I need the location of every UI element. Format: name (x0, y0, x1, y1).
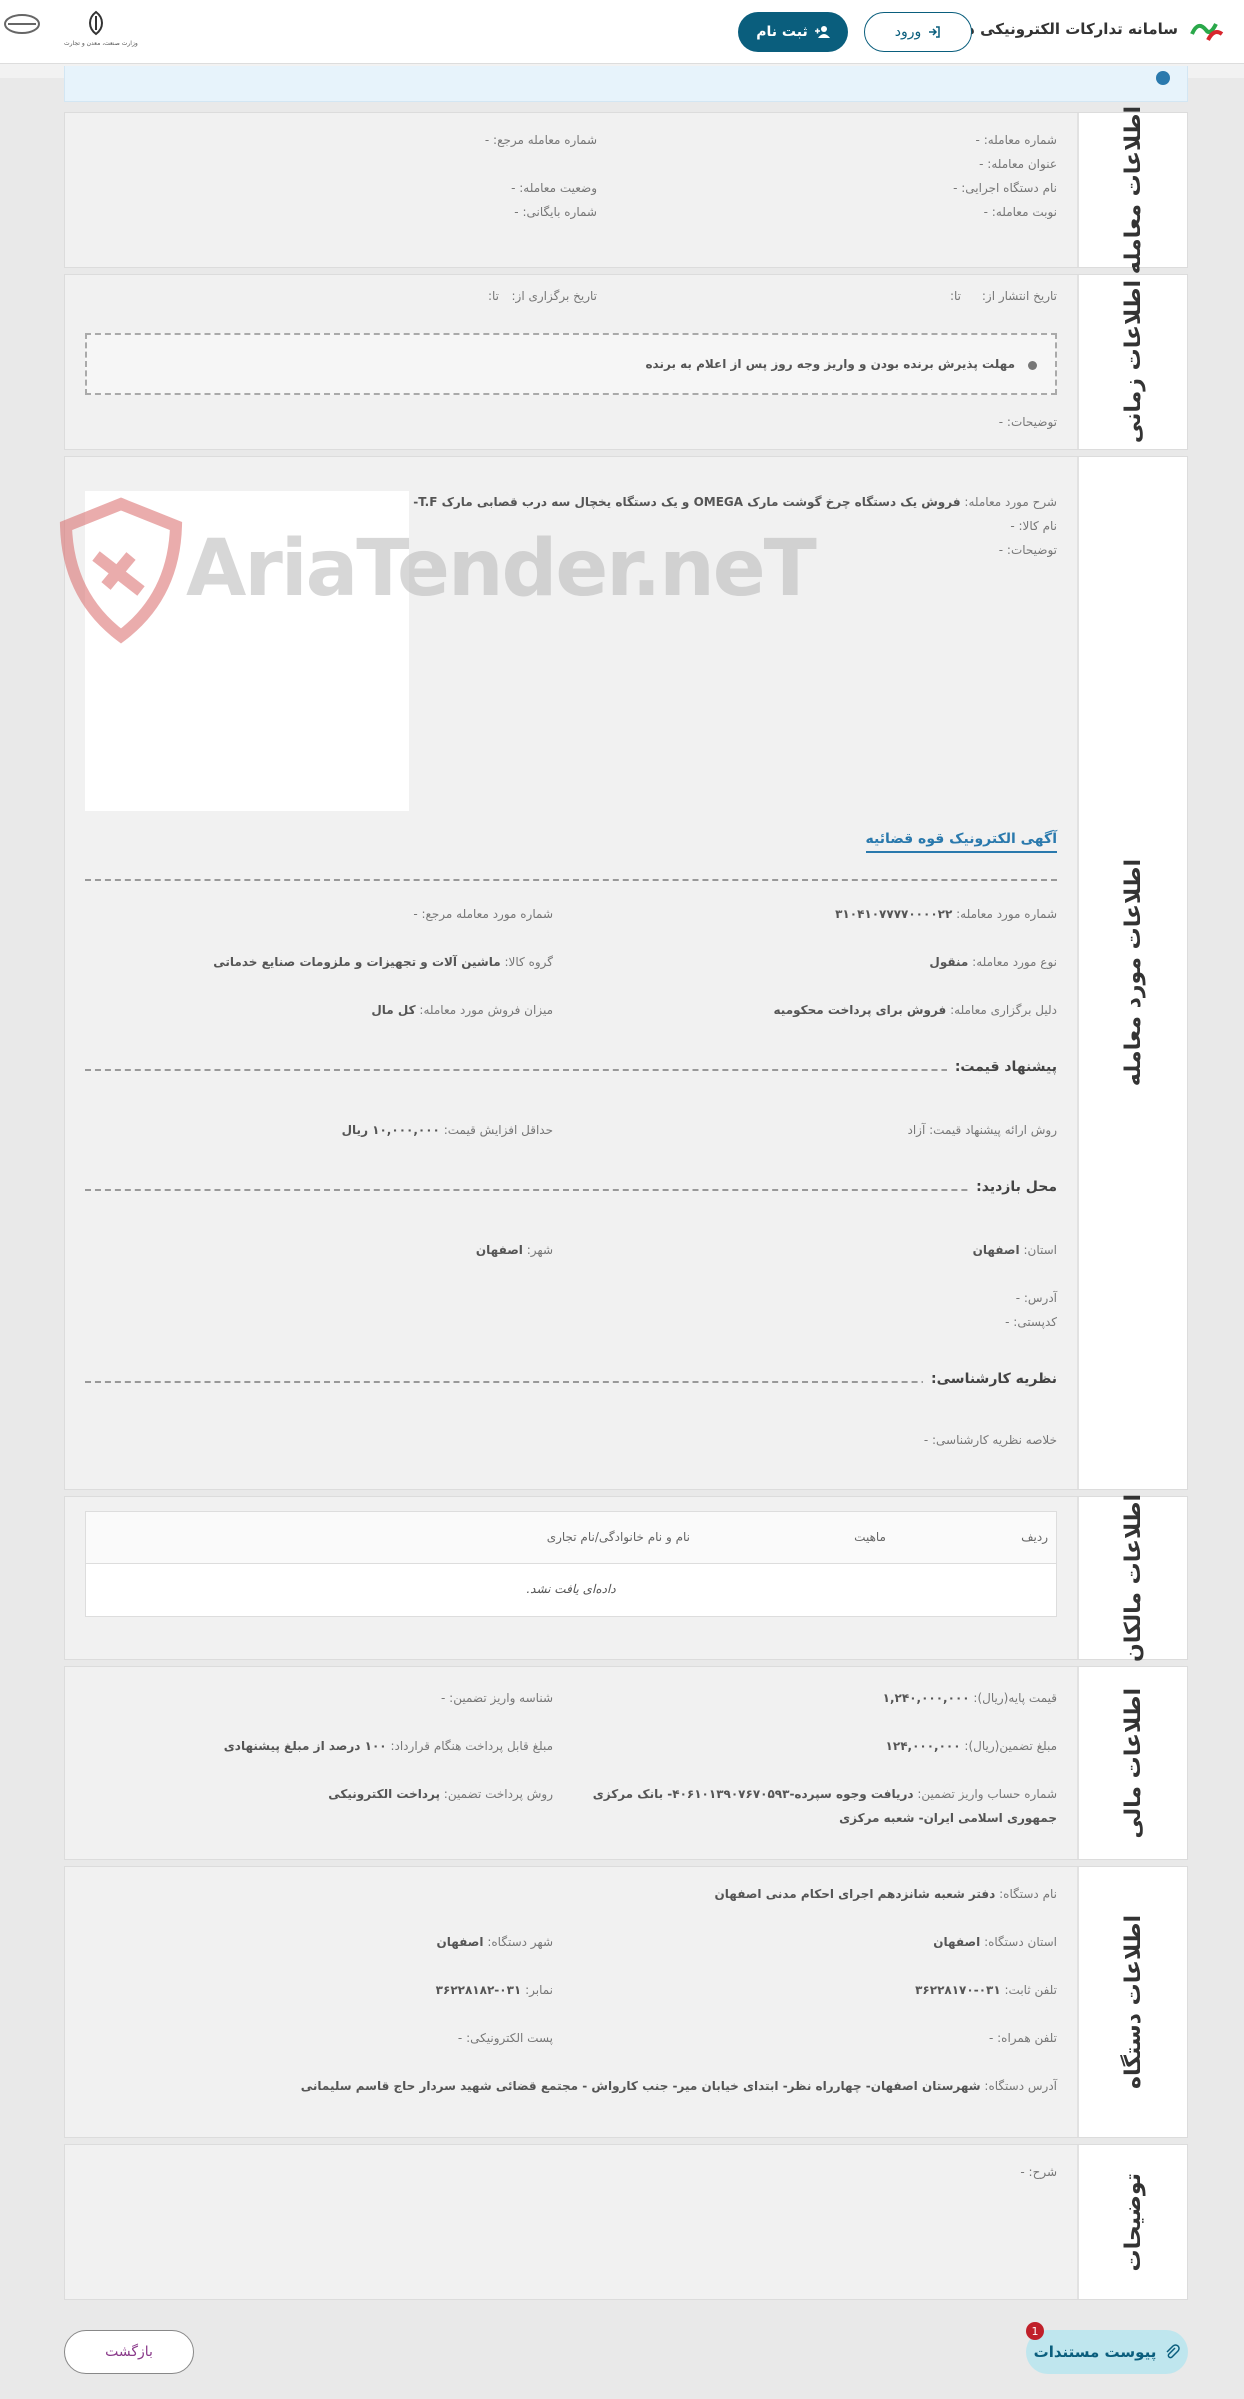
section-notes: توضیحات شرح: - (64, 2144, 1188, 2300)
payment-method: روش پرداخت تضمین: پرداخت الکترونیکی (328, 1787, 553, 1801)
sale-amount: میزان فروش مورد معامله: کل مال (371, 1003, 553, 1017)
postal-code: کدپستی: - (1005, 1315, 1057, 1329)
archive-number: شماره بایگانی: - (514, 205, 597, 219)
goods-group: گروه کالا: ماشین آلات و تجهیزات و ملزوما… (213, 955, 553, 969)
divider (85, 879, 1057, 881)
login-label: ورود (894, 24, 922, 40)
executive-org: نام دستگاه اجرایی: - (953, 181, 1057, 195)
org-email: پست الکترونیکی: - (457, 2031, 553, 2045)
register-button[interactable]: ثبت نام (738, 12, 848, 52)
section-label: اطلاعات مورد معامله (1077, 457, 1187, 1489)
divider (85, 1381, 1057, 1383)
city: شهر: اصفهان (475, 1243, 553, 1257)
col-row: ردیف (1021, 1530, 1048, 1544)
login-button[interactable]: ورود (864, 12, 972, 52)
expert-heading: نظریه کارشناسی: (923, 1371, 1057, 1387)
guarantee-account-line2: جمهوری اسلامی ایران- شعبه مرکزی (839, 1811, 1057, 1825)
section-label: اطلاعات معامله (1077, 106, 1187, 274)
col-name: نام و نام خانوادگی/نام تجاری (546, 1530, 690, 1544)
deal-turn: نوبت معامله: - (983, 205, 1057, 219)
publish-from: تاریخ انتشار از: (981, 289, 1057, 303)
setad-logo-icon (1190, 23, 1224, 41)
ref-item-number: شماره مورد معامله مرجع: - (413, 907, 553, 921)
standard-logo-icon (4, 14, 40, 34)
publish-to: تا: (949, 289, 961, 303)
section-deal-info: اطلاعات معامله شماره معامله: - عنوان معا… (64, 106, 1188, 274)
price-offer-heading: پیشنهاد قیمت: (946, 1059, 1057, 1075)
org-province: استان دستگاه: اصفهان (933, 1935, 1057, 1949)
divider (85, 1189, 1057, 1191)
hold-from: تاریخ برگزاری از: (511, 289, 598, 303)
brand[interactable]: سامانه تدارکات الکترونیکی دولت (936, 14, 1226, 44)
item-number: شماره مورد معامله: ۳۱۰۴۱۰۷۷۷۷۰۰۰۰۲۲ (835, 907, 1057, 921)
attachments-button[interactable]: پیوست مستندات (1026, 2330, 1188, 2374)
ministry-emblem-icon (89, 10, 103, 36)
visit-place-heading: محل بازدید: (968, 1179, 1057, 1195)
gov-logos: وزارت صنعت، معدن و تجارت (0, 10, 138, 56)
section-label: اطلاعات دستگاه (1077, 1867, 1187, 2137)
table-header: ردیف ماهیت نام و نام خانوادگی/نام تجاری (86, 1512, 1056, 1564)
section-label: اطلاعات مالی (1077, 1667, 1187, 1859)
contract-payable: مبلغ قابل پرداخت هنگام قرارداد: ۱۰۰ درصد… (223, 1739, 553, 1753)
paperclip-icon (1166, 2344, 1181, 2359)
section-owners-info: اطلاعات مالکان ردیف ماهیت نام و نام خانو… (64, 1494, 1188, 1662)
divider (85, 1069, 1057, 1071)
org-city: شهر دستگاه: اصفهان (436, 1935, 554, 1949)
time-description: توضیحات: - (998, 415, 1057, 429)
deal-reason: دلیل برگزاری معامله: فروش برای پرداخت مح… (773, 1003, 1057, 1017)
province: استان: اصفهان (972, 1243, 1057, 1257)
section-label: اطلاعات زمانی (1077, 275, 1187, 449)
attachments-count-badge: 1 (1026, 2322, 1044, 2340)
hold-to: تا: (487, 289, 499, 303)
deadline-note: مهلت پذیرش برنده بودن و واریز وجه روز پس… (645, 357, 1015, 371)
org-phone: تلفن ثابت: ۰۳۱-۳۶۲۲۸۱۷۰ (915, 1983, 1057, 1997)
login-icon (929, 26, 941, 38)
expert-summary: خلاصه نظریه کارشناسی: - (923, 1433, 1057, 1447)
org-address: آدرس دستگاه: شهرستان اصفهان- چهارراه نظر… (300, 2079, 1057, 2093)
section-label: توضیحات (1077, 2145, 1187, 2299)
ministry-label: وزارت صنعت، معدن و تجارت (64, 40, 138, 47)
ref-number: شماره معامله مرجع: - (484, 133, 597, 147)
deal-title: عنوان معامله: - (979, 157, 1057, 171)
visit-address: آدرس: - (1015, 1291, 1057, 1305)
watermark-shield-icon (59, 497, 183, 644)
attachments-label: پیوست مستندات (1033, 2343, 1157, 2361)
guarantee-amount: مبلغ تضمین(ریال): ۱۲۴,۰۰۰,۰۰۰ (885, 1739, 1057, 1753)
deal-number: شماره معامله: - (975, 133, 1057, 147)
watermark-text: AriaTender.neT (186, 524, 817, 614)
guarantee-account: شماره حساب واریز تضمین: دریافت وجوه سپرد… (592, 1787, 1057, 1801)
section-label: اطلاعات مالکان (1077, 1494, 1187, 1662)
bullet-icon (1028, 361, 1037, 370)
judiciary-ad-link[interactable]: آگهی الکترونیک قوه قضائیه (865, 831, 1057, 853)
min-increase: حداقل افزایش قیمت: ۱۰,۰۰۰,۰۰۰ ریال (341, 1123, 553, 1137)
section-time-info: اطلاعات زمانی تاریخ انتشار از: تا: تاریخ… (64, 274, 1188, 450)
section-org-info: اطلاعات دستگاه نام دستگاه: دفتر شعبه شان… (64, 1866, 1188, 2138)
goods-name: نام کالا: - (1010, 519, 1057, 533)
org-name: نام دستگاه: دفتر شعبه شانزدهم اجرای احکا… (714, 1887, 1057, 1901)
org-fax: نمابر: ۰۳۱-۳۶۲۲۸۱۸۲ (435, 1983, 553, 1997)
top-header: سامانه تدارکات الکترونیکی دولت ورود ثبت … (0, 0, 1244, 64)
site-title: سامانه تدارکات الکترونیکی دولت (936, 20, 1178, 38)
notice-bar (64, 66, 1188, 102)
back-button[interactable]: بازگشت (64, 2330, 194, 2374)
info-icon (1156, 71, 1170, 85)
watermark: AriaTender.neT (46, 496, 817, 646)
add-user-icon (814, 26, 830, 38)
deal-status: وضعیت معامله: - (511, 181, 597, 195)
guarantee-id: شناسه واریز تضمین: - (441, 1691, 553, 1705)
owners-table: ردیف ماهیت نام و نام خانوادگی/نام تجاری … (85, 1511, 1057, 1617)
empty-text: داده‌ای یافت نشد. (526, 1582, 616, 1596)
offer-method: روش ارائه پیشنهاد قیمت: آزاد (907, 1123, 1058, 1137)
register-label: ثبت نام (756, 24, 808, 40)
org-mobile: تلفن همراه: - (988, 2031, 1057, 2045)
notes-desc: شرح: - (1020, 2165, 1057, 2179)
section-financial-info: اطلاعات مالی قیمت پایه(ریال): ۱,۲۴۰,۰۰۰,… (64, 1666, 1188, 1860)
col-nature: ماهیت (854, 1530, 886, 1544)
base-price: قیمت پایه(ریال): ۱,۲۴۰,۰۰۰,۰۰۰ (882, 1691, 1057, 1705)
deadline-box: مهلت پذیرش برنده بودن و واریز وجه روز پس… (85, 333, 1057, 395)
deal-type: نوع مورد معامله: منقول (929, 955, 1057, 969)
subject-description: توضیحات: - (998, 543, 1057, 557)
